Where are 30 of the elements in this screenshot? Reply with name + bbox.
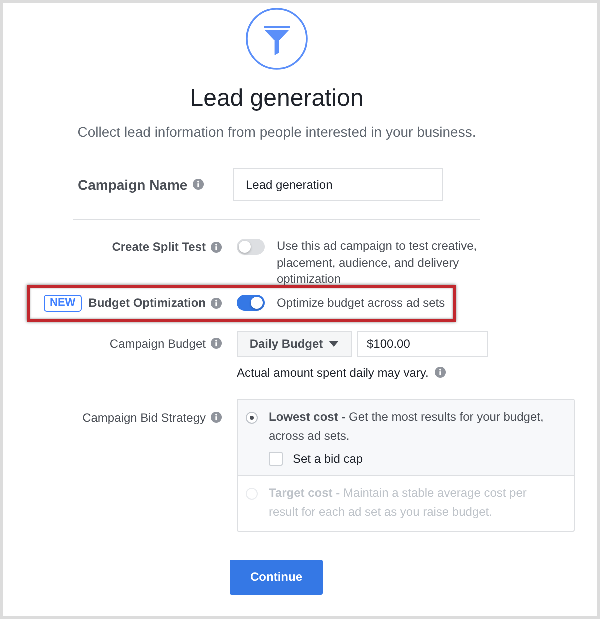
info-icon[interactable] (192, 179, 204, 190)
field-label: Campaign Budget (110, 336, 206, 350)
info-icon[interactable] (434, 367, 446, 378)
toggle-switch[interactable] (237, 295, 265, 311)
page-subtitle: Collect lead information from people interested in your business. (78, 123, 476, 141)
funnel-icon (246, 8, 308, 70)
checkbox[interactable] (269, 452, 283, 466)
radio-button[interactable] (246, 412, 258, 424)
toggle-description: Optimize budget across ad sets (277, 295, 446, 311)
checkbox-label: Set a bid cap (293, 452, 364, 466)
field-label: Budget Optimization (88, 296, 206, 310)
option-description: Target cost - Maintain a stable average cost per result for each ad set as you raise budget. (269, 484, 528, 520)
help-text: Actual amount spent daily may vary. (237, 364, 429, 380)
info-icon[interactable] (211, 242, 222, 252)
caret-icon (329, 340, 340, 346)
option-description: Lowest cost - Get the most results for your budget, across ad sets. (269, 408, 545, 444)
budget-type-dropdown[interactable]: Daily Budget (237, 330, 352, 356)
continue-button[interactable]: Continue (230, 560, 323, 594)
info-icon[interactable] (211, 298, 222, 308)
page-title: Lead generation (190, 84, 364, 114)
field-label: Campaign Bid Strategy (82, 410, 206, 424)
field-label: Create Split Test (112, 240, 206, 254)
toggle-description: Use this ad campaign to test creative, placement, audience, and delivery optimization (277, 238, 478, 288)
info-icon[interactable] (211, 338, 222, 349)
budget-amount-input[interactable]: $100.00 (357, 330, 488, 356)
new-badge: NEW (44, 294, 82, 312)
toggle-switch[interactable] (237, 239, 265, 255)
campaign-name-input[interactable]: Lead generation (233, 168, 443, 201)
info-icon[interactable] (211, 412, 222, 423)
field-label: Campaign Name (78, 176, 188, 192)
